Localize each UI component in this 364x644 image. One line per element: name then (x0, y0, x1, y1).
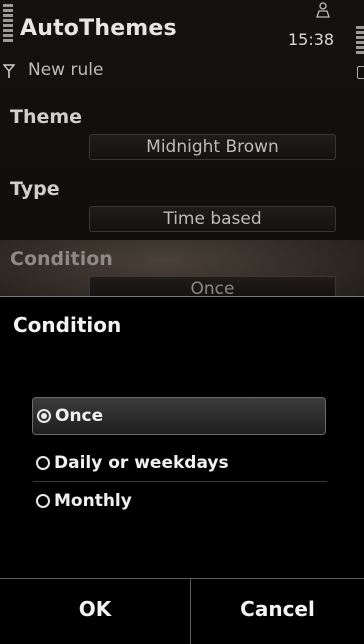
status-bar: AutoThemes 15:38 (0, 0, 364, 56)
radio-icon (36, 494, 50, 508)
scroll-indicator-icon (357, 66, 364, 79)
option-label: Monthly (54, 491, 132, 511)
setting-value[interactable]: Midnight Brown (89, 134, 336, 160)
signal-icon (3, 4, 13, 44)
setting-value[interactable]: Time based (89, 206, 336, 232)
option-divider (33, 481, 327, 482)
battery-icon (356, 26, 364, 54)
setting-type[interactable]: Type Time based (0, 176, 364, 248)
setting-label: Type (10, 178, 60, 200)
app-title: AutoThemes (20, 16, 177, 41)
screen: AutoThemes 15:38 New rule Theme Midnight… (0, 0, 364, 644)
setting-theme[interactable]: Theme Midnight Brown (0, 104, 364, 176)
setting-label: Condition (10, 248, 113, 270)
option-once[interactable]: Once (32, 397, 326, 435)
radio-icon (36, 456, 50, 470)
dialog-title: Condition (13, 313, 122, 337)
antenna-icon (3, 64, 15, 78)
ok-button[interactable]: OK (0, 579, 190, 644)
option-daily[interactable]: Daily or weekdays (32, 445, 326, 483)
softkey-bar: OK Cancel (0, 578, 364, 644)
option-label: Once (55, 406, 104, 426)
option-monthly[interactable]: Monthly (32, 483, 326, 521)
page-subtitle: New rule (28, 60, 104, 80)
setting-label: Theme (10, 106, 83, 128)
setting-value[interactable]: Once (89, 276, 336, 299)
condition-dialog: Condition Once Daily or weekdays Monthly… (0, 296, 364, 644)
option-label: Daily or weekdays (54, 453, 229, 473)
person-icon (316, 2, 330, 18)
cancel-button[interactable]: Cancel (191, 579, 364, 644)
radio-selected-icon (37, 409, 51, 423)
clock: 15:38 (288, 30, 335, 49)
